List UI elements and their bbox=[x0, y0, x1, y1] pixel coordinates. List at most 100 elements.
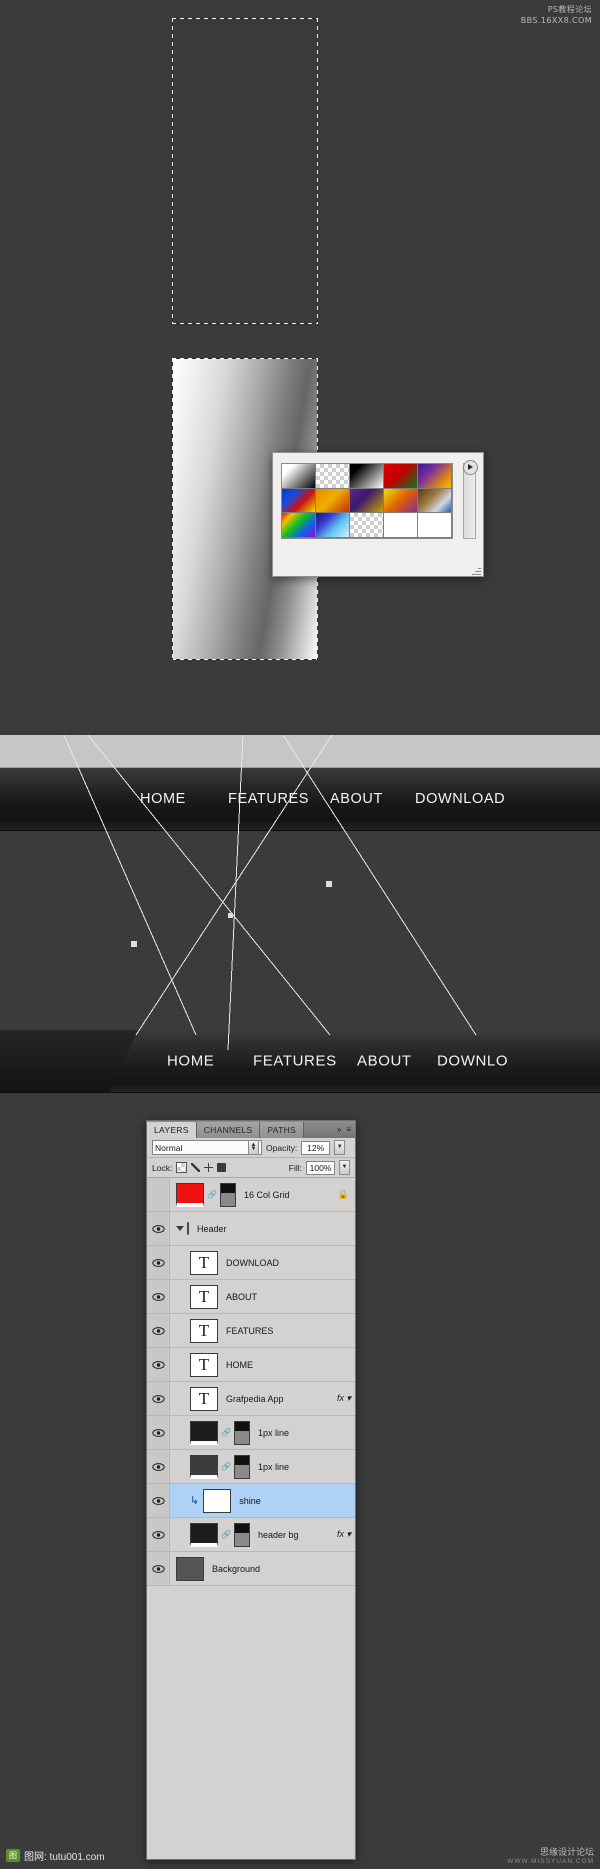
gradient-swatch-chrome[interactable] bbox=[316, 513, 350, 538]
gradient-swatch-spectrum[interactable] bbox=[350, 513, 384, 538]
layer-effects-fx-icon[interactable]: fx ▾ bbox=[337, 1529, 351, 1540]
blend-opacity-row[interactable]: Normal ▲ ▼ Opacity: 12% ▼ bbox=[147, 1138, 355, 1158]
layer-name[interactable]: DOWNLOAD bbox=[226, 1258, 279, 1268]
layer-mask-link-icon[interactable]: 🔗 bbox=[207, 1190, 217, 1199]
layer-row[interactable]: 🔗 16 Col Grid 🔒 bbox=[147, 1178, 355, 1212]
move-lock-icon[interactable] bbox=[204, 1163, 214, 1172]
lock-label: Lock: bbox=[152, 1162, 173, 1173]
layer-mask-thumbnail[interactable] bbox=[219, 1182, 236, 1207]
layer-mask-link-icon[interactable]: 🔗 bbox=[221, 1462, 231, 1471]
layer-name[interactable]: Background bbox=[212, 1564, 260, 1574]
layer-visibility-toggle[interactable] bbox=[147, 1212, 170, 1245]
layer-name[interactable]: 1px line bbox=[258, 1462, 289, 1472]
gradient-swatch-black-white[interactable] bbox=[350, 464, 384, 489]
gradient-swatch-foreground-to-transparent[interactable] bbox=[316, 464, 350, 489]
panel-menu-icon[interactable]: ≡ bbox=[346, 1125, 351, 1134]
all-lock-icon[interactable] bbox=[217, 1163, 227, 1172]
header-nav-preview-2[interactable]: HOME FEATURES ABOUT DOWNLO bbox=[0, 1030, 600, 1093]
nav1-item-features[interactable]: FEATURES bbox=[228, 791, 309, 807]
gradient-swatch-red-green[interactable] bbox=[384, 464, 418, 489]
layer-row[interactable]: 🔗 1px line bbox=[147, 1416, 355, 1450]
gradient-picker-popup[interactable] bbox=[272, 452, 484, 577]
layer-row-list[interactable]: 🔗 16 Col Grid 🔒 Header T DOWNLOAD T ABOUT T FEATU… bbox=[147, 1178, 355, 1586]
gradient-swatch-transparent-rainbow[interactable] bbox=[384, 513, 418, 538]
gradient-swatch-blue-yellow-blue[interactable] bbox=[316, 488, 350, 514]
nav2-item-features[interactable]: FEATURES bbox=[253, 1053, 337, 1070]
layer-name[interactable]: 1px line bbox=[258, 1428, 289, 1438]
gradient-swatch-violet-green-orange[interactable] bbox=[384, 488, 418, 514]
layer-name[interactable]: header bg bbox=[258, 1530, 299, 1540]
layer-visibility-toggle[interactable] bbox=[147, 1382, 170, 1415]
gradient-swatch-copper[interactable] bbox=[282, 513, 316, 538]
layer-visibility-toggle[interactable] bbox=[147, 1450, 170, 1483]
layer-visibility-toggle[interactable] bbox=[147, 1518, 170, 1551]
group-expand-triangle-icon[interactable] bbox=[176, 1226, 184, 1231]
layer-name[interactable]: shine bbox=[239, 1496, 261, 1506]
header-nav-preview-1[interactable]: HOME FEATURES ABOUT DOWNLOAD bbox=[0, 768, 600, 831]
tab-channels[interactable]: CHANNELS bbox=[196, 1122, 261, 1138]
layer-row[interactable]: T HOME bbox=[147, 1348, 355, 1382]
layer-name[interactable]: HOME bbox=[226, 1360, 253, 1370]
layer-mask-thumbnail[interactable] bbox=[233, 1420, 250, 1445]
tabbar-icons[interactable]: » ≡ bbox=[337, 1125, 351, 1134]
gradient-swatch-orange-yellow-orange[interactable] bbox=[350, 488, 384, 514]
tab-layers[interactable]: LAYERS bbox=[147, 1122, 197, 1138]
layer-name[interactable]: Header bbox=[197, 1224, 227, 1234]
layer-visibility-toggle[interactable] bbox=[147, 1348, 170, 1381]
layer-row[interactable]: T Grafpedia App fx ▾ bbox=[147, 1382, 355, 1416]
layer-row[interactable]: Header bbox=[147, 1212, 355, 1246]
layers-panel-tabbar[interactable]: LAYERS CHANNELS PATHS » ≡ bbox=[147, 1121, 355, 1138]
layer-row[interactable]: 🔗 header bg fx ▾ bbox=[147, 1518, 355, 1552]
layer-visibility-toggle[interactable] bbox=[147, 1314, 170, 1347]
gradient-swatch-violet-orange[interactable] bbox=[418, 464, 452, 489]
opacity-spinner[interactable]: ▼ bbox=[334, 1140, 346, 1155]
layer-mask-link-icon[interactable]: 🔗 bbox=[221, 1428, 231, 1437]
fill-value[interactable]: 100% bbox=[306, 1160, 335, 1175]
layer-visibility-toggle[interactable] bbox=[147, 1246, 170, 1279]
layer-mask-thumbnail[interactable] bbox=[233, 1522, 250, 1547]
lock-icon-group[interactable] bbox=[176, 1162, 227, 1173]
nav2-item-about[interactable]: ABOUT bbox=[357, 1053, 412, 1070]
gradient-picker-menu-icon[interactable] bbox=[463, 460, 478, 475]
layer-row[interactable]: Background bbox=[147, 1552, 355, 1586]
blend-mode-select[interactable]: Normal ▲ ▼ bbox=[152, 1140, 262, 1155]
gradient-swatch-yellow-violet-orange-blue[interactable] bbox=[418, 488, 452, 514]
layer-name[interactable]: Grafpedia App bbox=[226, 1394, 284, 1404]
layer-visibility-toggle[interactable] bbox=[147, 1484, 170, 1517]
blend-mode-spinner[interactable]: ▲ ▼ bbox=[248, 1140, 259, 1155]
collapse-icon[interactable]: » bbox=[337, 1125, 341, 1134]
gradient-swatch-grid[interactable] bbox=[282, 464, 452, 538]
nav2-item-downlo[interactable]: DOWNLO bbox=[437, 1053, 508, 1070]
opacity-value[interactable]: 12% bbox=[301, 1140, 331, 1155]
layer-mask-link-icon[interactable]: 🔗 bbox=[221, 1530, 231, 1539]
layer-row[interactable]: T ABOUT bbox=[147, 1280, 355, 1314]
gradient-picker-resize-grip[interactable] bbox=[472, 566, 481, 575]
layers-panel[interactable]: LAYERS CHANNELS PATHS » ≡ Normal ▲ ▼ Opacit… bbox=[146, 1120, 356, 1860]
layer-name[interactable]: 16 Col Grid bbox=[244, 1190, 290, 1200]
layer-name[interactable]: FEATURES bbox=[226, 1326, 273, 1336]
layer-mask-thumbnail[interactable] bbox=[233, 1454, 250, 1479]
gradient-swatch-transparent-stripes[interactable] bbox=[418, 513, 452, 538]
brush-lock-icon[interactable] bbox=[191, 1163, 201, 1172]
layer-visibility-toggle[interactable] bbox=[147, 1280, 170, 1313]
layer-row[interactable]: ↳ shine bbox=[147, 1484, 355, 1518]
layer-visibility-toggle[interactable] bbox=[147, 1552, 170, 1585]
layer-visibility-toggle[interactable] bbox=[147, 1416, 170, 1449]
nav1-item-download[interactable]: DOWNLOAD bbox=[415, 791, 505, 807]
layer-effects-fx-icon[interactable]: fx ▾ bbox=[337, 1393, 351, 1404]
layer-visibility-toggle[interactable] bbox=[147, 1178, 170, 1211]
transparency-lock-icon[interactable] bbox=[176, 1162, 188, 1173]
layer-row[interactable]: 🔗 1px line bbox=[147, 1450, 355, 1484]
lock-fill-row[interactable]: Lock: Fill: 100% ▼ bbox=[147, 1158, 355, 1178]
nav2-item-home[interactable]: HOME bbox=[167, 1053, 214, 1070]
fill-spinner[interactable]: ▼ bbox=[339, 1160, 350, 1175]
layer-row[interactable]: T DOWNLOAD bbox=[147, 1246, 355, 1280]
layer-row[interactable]: T FEATURES bbox=[147, 1314, 355, 1348]
nav1-item-about[interactable]: ABOUT bbox=[330, 791, 383, 807]
nav1-item-home[interactable]: HOME bbox=[140, 791, 186, 807]
eye-icon bbox=[151, 1360, 165, 1369]
gradient-swatch-blue-red-yellow[interactable] bbox=[282, 488, 316, 514]
gradient-swatch-foreground-to-background[interactable] bbox=[282, 464, 316, 489]
tab-paths[interactable]: PATHS bbox=[260, 1122, 304, 1138]
layer-name[interactable]: ABOUT bbox=[226, 1292, 257, 1302]
